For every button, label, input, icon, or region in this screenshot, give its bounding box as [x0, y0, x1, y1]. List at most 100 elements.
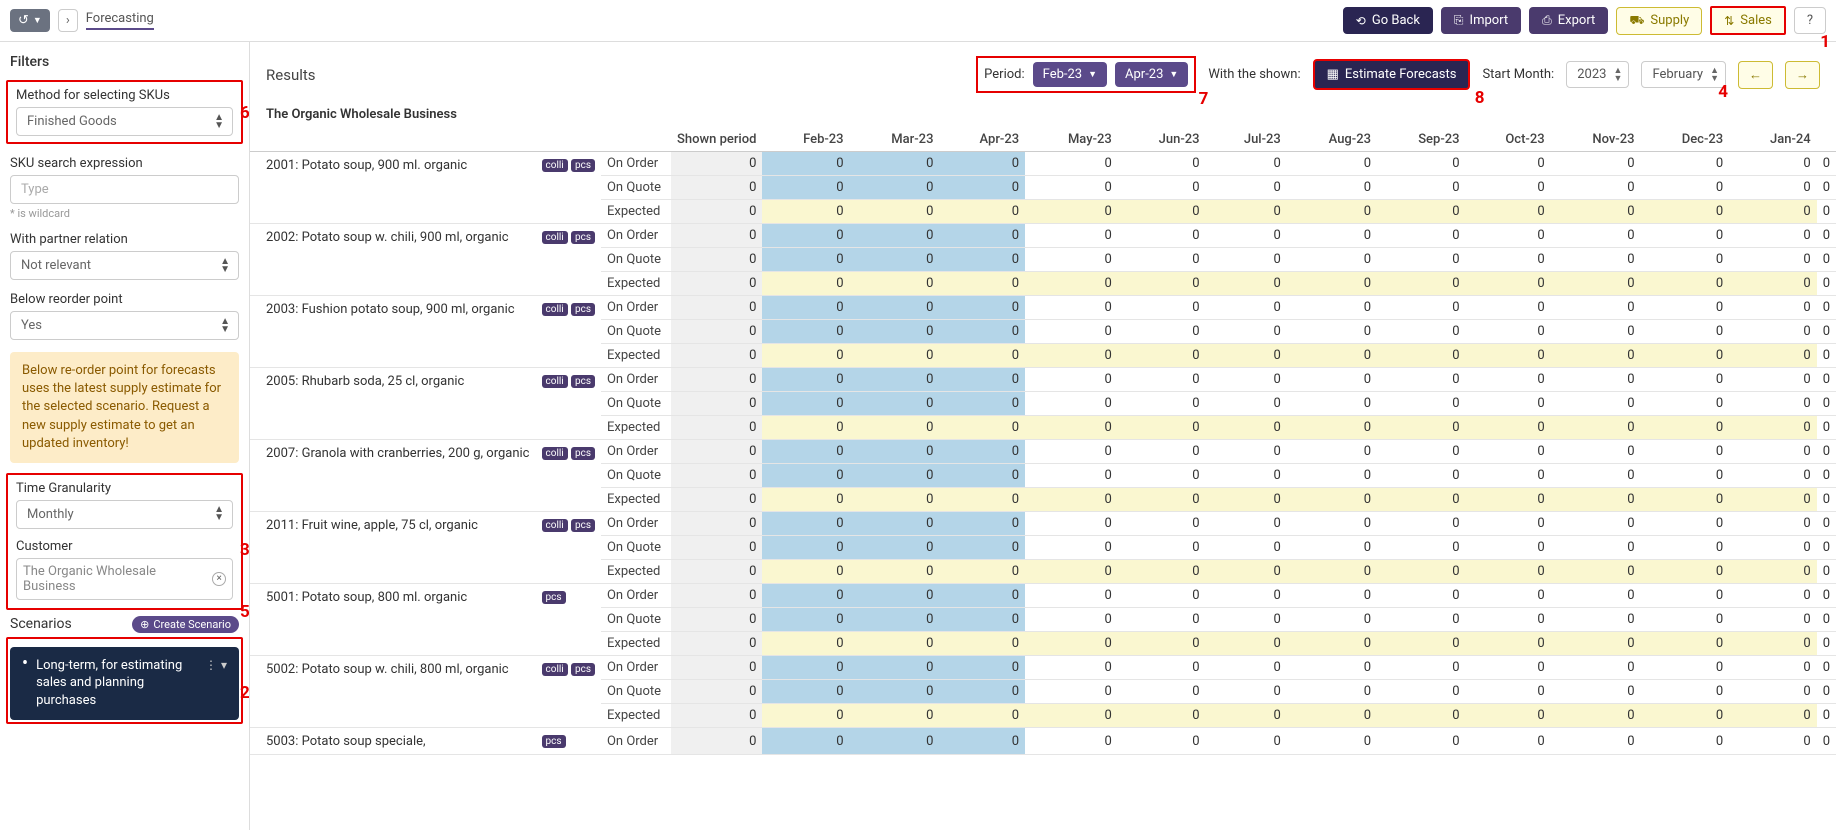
data-cell[interactable]: 0 [762, 440, 849, 464]
data-cell[interactable]: 0 [1729, 200, 1817, 224]
data-cell[interactable]: 0 [762, 464, 849, 488]
help-button[interactable]: ? [1794, 7, 1826, 34]
data-cell[interactable]: 0 [1641, 440, 1730, 464]
data-cell[interactable]: 0 [1118, 224, 1206, 248]
data-cell[interactable]: 0 [1551, 392, 1641, 416]
data-cell[interactable]: 0 [1025, 656, 1118, 680]
data-cell[interactable]: 0 [1466, 416, 1551, 440]
period-to-select[interactable]: Apr-23 ▼ [1115, 62, 1188, 87]
data-cell[interactable]: 0 [1641, 368, 1730, 392]
data-cell[interactable]: 0 [1466, 704, 1551, 728]
data-cell[interactable]: 0 [1377, 608, 1466, 632]
data-cell[interactable]: 0 [850, 272, 940, 296]
data-cell[interactable]: 0 [1206, 608, 1287, 632]
data-cell[interactable]: 0 [1377, 584, 1466, 608]
data-cell[interactable]: 0 [939, 344, 1025, 368]
data-cell[interactable]: 0 [1206, 224, 1287, 248]
create-scenario-button[interactable]: ⊕ Create Scenario [132, 616, 239, 633]
data-cell[interactable]: 0 [1118, 656, 1206, 680]
data-cell[interactable]: 0 [1025, 320, 1118, 344]
data-cell[interactable]: 0 [939, 512, 1025, 536]
data-cell[interactable]: 0 [1729, 656, 1817, 680]
data-cell[interactable]: 0 [1377, 536, 1466, 560]
data-cell[interactable]: 0 [1118, 608, 1206, 632]
data-cell[interactable]: 0 [1551, 704, 1641, 728]
data-cell[interactable]: 0 [1287, 320, 1377, 344]
data-cell[interactable]: 0 [850, 608, 940, 632]
data-cell[interactable]: 0 [1729, 440, 1817, 464]
granularity-select[interactable]: Monthly ▲▼ [16, 500, 233, 529]
data-cell[interactable]: 0 [1025, 560, 1118, 584]
data-cell[interactable]: 0 [1729, 320, 1817, 344]
data-cell[interactable]: 0 [1729, 368, 1817, 392]
data-cell[interactable]: 0 [1377, 680, 1466, 704]
data-cell[interactable]: 0 [1287, 536, 1377, 560]
data-cell[interactable]: 0 [1551, 464, 1641, 488]
data-cell[interactable]: 0 [1118, 272, 1206, 296]
data-cell[interactable]: 0 [762, 656, 849, 680]
data-cell[interactable]: 0 [762, 296, 849, 320]
data-cell[interactable]: 0 [1729, 416, 1817, 440]
data-cell[interactable]: 0 [1206, 416, 1287, 440]
data-cell[interactable]: 0 [850, 704, 940, 728]
data-cell[interactable]: 0 [1377, 704, 1466, 728]
data-cell[interactable]: 0 [1118, 536, 1206, 560]
data-cell[interactable]: 0 [850, 440, 940, 464]
data-cell[interactable]: 0 [1287, 488, 1377, 512]
data-cell[interactable]: 0 [850, 320, 940, 344]
data-cell[interactable]: 0 [850, 248, 940, 272]
data-cell[interactable]: 0 [1729, 392, 1817, 416]
data-cell[interactable]: 0 [1377, 368, 1466, 392]
data-cell[interactable]: 0 [939, 728, 1025, 755]
data-cell[interactable]: 0 [939, 200, 1025, 224]
data-cell[interactable]: 0 [1466, 440, 1551, 464]
partner-select[interactable]: Not relevant ▲▼ [10, 251, 239, 280]
data-cell[interactable]: 0 [1641, 584, 1730, 608]
data-cell[interactable]: 0 [850, 512, 940, 536]
data-cell[interactable]: 0 [850, 152, 940, 176]
data-cell[interactable]: 0 [1551, 368, 1641, 392]
data-cell[interactable]: 0 [1206, 464, 1287, 488]
data-cell[interactable]: 0 [850, 632, 940, 656]
data-cell[interactable]: 0 [1118, 152, 1206, 176]
data-cell[interactable]: 0 [1729, 536, 1817, 560]
data-cell[interactable]: 0 [1025, 632, 1118, 656]
data-cell[interactable]: 0 [762, 320, 849, 344]
data-cell[interactable]: 0 [1287, 560, 1377, 584]
data-cell[interactable]: 0 [1729, 632, 1817, 656]
data-cell[interactable]: 0 [1025, 272, 1118, 296]
data-cell[interactable]: 0 [1118, 560, 1206, 584]
data-cell[interactable]: 0 [939, 440, 1025, 464]
data-cell[interactable]: 0 [1377, 488, 1466, 512]
data-cell[interactable]: 0 [939, 704, 1025, 728]
scenario-item-menu[interactable]: ⋮▾ [205, 657, 227, 673]
data-cell[interactable]: 0 [1377, 440, 1466, 464]
data-cell[interactable]: 0 [850, 224, 940, 248]
data-cell[interactable]: 0 [939, 176, 1025, 200]
data-cell[interactable]: 0 [762, 632, 849, 656]
data-cell[interactable]: 0 [1377, 296, 1466, 320]
data-cell[interactable]: 0 [1551, 512, 1641, 536]
data-cell[interactable]: 0 [939, 488, 1025, 512]
data-cell[interactable]: 0 [1466, 224, 1551, 248]
data-cell[interactable]: 0 [1118, 680, 1206, 704]
data-cell[interactable]: 0 [762, 536, 849, 560]
data-cell[interactable]: 0 [1287, 584, 1377, 608]
data-cell[interactable]: 0 [762, 248, 849, 272]
data-cell[interactable]: 0 [1287, 512, 1377, 536]
data-cell[interactable]: 0 [850, 536, 940, 560]
data-cell[interactable]: 0 [1287, 632, 1377, 656]
data-cell[interactable]: 0 [1641, 728, 1730, 755]
data-cell[interactable]: 0 [1641, 344, 1730, 368]
data-cell[interactable]: 0 [1551, 272, 1641, 296]
data-cell[interactable]: 0 [1287, 176, 1377, 200]
prev-month-button[interactable]: ← [1738, 61, 1773, 89]
data-cell[interactable]: 0 [850, 656, 940, 680]
data-cell[interactable]: 0 [1729, 608, 1817, 632]
data-cell[interactable]: 0 [1641, 512, 1730, 536]
data-cell[interactable]: 0 [1206, 536, 1287, 560]
data-cell[interactable]: 0 [1641, 224, 1730, 248]
go-back-button[interactable]: ⟲ Go Back [1343, 7, 1433, 34]
data-cell[interactable]: 0 [1641, 272, 1730, 296]
data-cell[interactable]: 0 [1118, 464, 1206, 488]
